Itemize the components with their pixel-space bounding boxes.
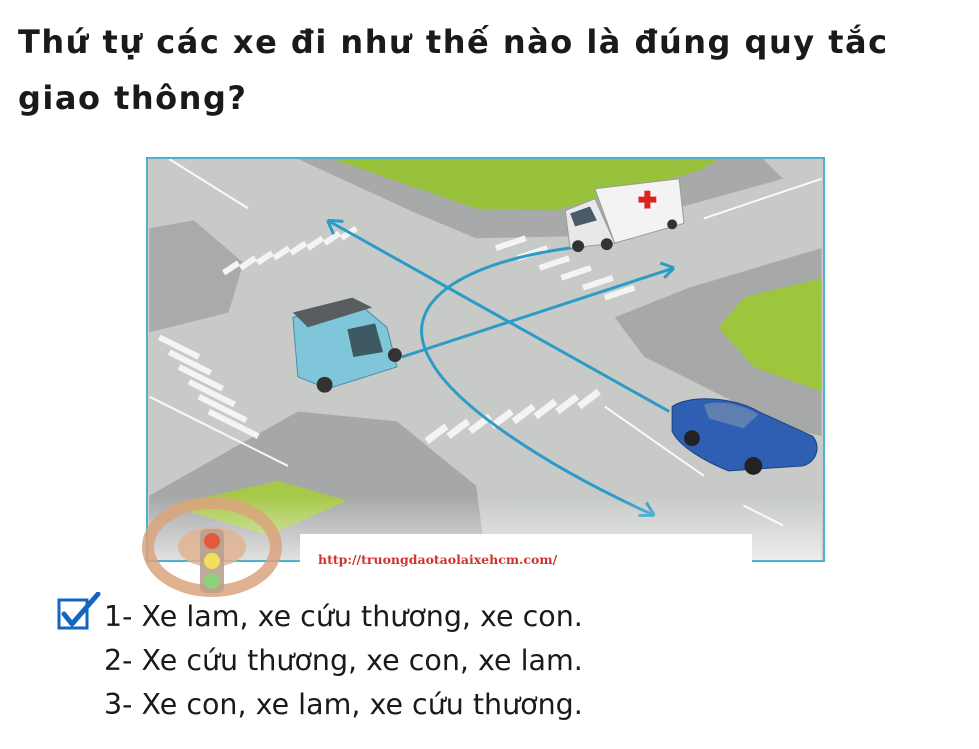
answer-option-1[interactable]: 1- Xe lam, xe cứu thương, xe con. [104, 595, 583, 639]
answer-option-3[interactable]: 3- Xe con, xe lam, xe cứu thương. [104, 683, 583, 727]
question-title: Thứ tự các xe đi như thế nào là đúng quy… [18, 23, 889, 117]
answer-option-2[interactable]: 2- Xe cứu thương, xe con, xe lam. [104, 639, 583, 683]
watermark-url: http://truongdaotaolaixehcm.com/ [318, 552, 558, 567]
answer-list: 1- Xe lam, xe cứu thương, xe con. 2- Xe … [104, 595, 583, 727]
checkbox-checked-icon[interactable] [56, 591, 102, 632]
traffic-light-icon [200, 529, 224, 593]
steering-wheel-icon [142, 495, 282, 599]
